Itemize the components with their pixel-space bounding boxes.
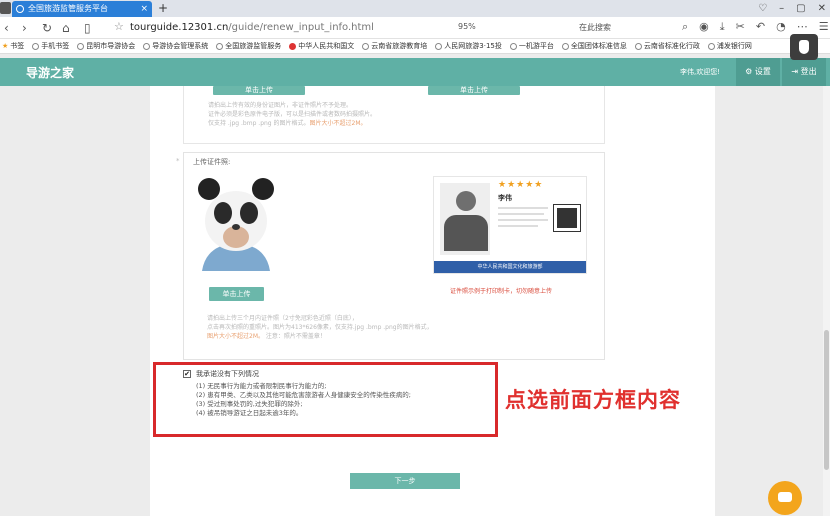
window-controls: ♡ – ▢ ✕ <box>758 0 826 17</box>
scrollbar-thumb[interactable] <box>824 330 829 470</box>
back-button[interactable]: ‹ <box>4 20 9 36</box>
new-tab-button[interactable]: + <box>158 0 168 16</box>
url-field[interactable]: tourguide.12301.cn/guide/renew_input_inf… <box>130 21 374 35</box>
qr-code-icon <box>553 204 581 232</box>
upload-id-back-button[interactable]: 单击上传 <box>428 86 520 95</box>
site-title: 导游之家 <box>26 66 75 80</box>
globe-icon <box>77 42 85 50</box>
bookmark-item[interactable]: 全国旅游监管服务 <box>216 41 281 51</box>
bookmark-item[interactable]: 昆明市导游协会 <box>77 41 135 51</box>
globe-icon <box>634 42 642 50</box>
reload-button[interactable]: ↻ <box>42 20 52 36</box>
uploaded-photo <box>196 175 276 271</box>
reader-mode-icon[interactable]: ▯ <box>84 20 91 36</box>
search-input[interactable]: 在此搜索 <box>565 21 675 35</box>
address-bar-row: ‹ › ↻ ⌂ ▯ ☆ tourguide.12301.cn/guide/ren… <box>0 17 830 39</box>
bookmark-item[interactable]: 中华人民共和国文 <box>289 41 354 51</box>
bookmarks-bar: ★ 书签 手机书签 昆明市导游协会 导游协会管理系统 全国旅游监管服务 中华人民共… <box>0 39 830 54</box>
globe-icon <box>216 42 224 50</box>
search-placeholder: 在此搜索 <box>579 23 611 32</box>
phone-icon <box>32 42 40 50</box>
gear-icon: ⚙ <box>745 67 755 76</box>
maximize-button[interactable]: ▢ <box>796 3 805 14</box>
bookmark-item[interactable]: 全国团体标准信息 <box>561 41 627 51</box>
download-icon[interactable]: ⤓ <box>720 20 725 34</box>
upload-id-front-button[interactable]: 单击上传 <box>213 86 305 95</box>
scissors-icon[interactable]: ✂ <box>736 20 745 34</box>
next-step-button[interactable]: 下一步 <box>350 473 460 489</box>
welcome-text: 李伟,欢迎您! <box>680 68 721 76</box>
bookmark-item[interactable]: ★ 书签 <box>2 41 24 51</box>
bookmark-item[interactable]: 手机书签 <box>32 41 69 51</box>
bookmark-item[interactable]: 云南省标准化行政 <box>634 41 700 51</box>
close-window-button[interactable]: ✕ <box>818 3 826 14</box>
annotation-text: 点选前面方框内容 <box>505 388 681 412</box>
sample-guide-card: ★★★★★ 李伟 中华人民共和国文化和旅游部 <box>433 176 587 274</box>
tab-close-button[interactable]: × <box>140 1 148 17</box>
undo-icon[interactable]: ↶ <box>756 20 765 34</box>
globe-icon <box>16 5 24 13</box>
forward-button[interactable]: › <box>22 20 27 36</box>
tab-title: 全国旅游监管服务平台 <box>28 4 108 13</box>
sample-stars: ★★★★★ <box>498 180 544 190</box>
id-upload-notes: 请拍出上传有效的身份证图片，非证件照片不予处理。 证件必须是彩色原件电子版，可以… <box>208 102 377 127</box>
zoom-level[interactable]: 95% <box>458 22 476 31</box>
url-path: /guide/renew_input_info.html <box>228 22 374 33</box>
sample-name: 李伟 <box>498 194 512 202</box>
bookmark-folder-icon: ★ <box>2 42 9 50</box>
globe-icon <box>435 42 443 50</box>
photo-upload-label: 上传证件照: <box>193 158 231 166</box>
globe-icon <box>509 42 517 50</box>
menu-icon[interactable]: ☰ <box>819 20 829 34</box>
settings-button[interactable]: ⚙ 设置 <box>736 58 780 86</box>
history-icon[interactable]: ◔ <box>776 20 786 34</box>
bookmark-item[interactable]: 人民网旅游3·15投 <box>435 41 502 51</box>
sample-line <box>498 207 548 209</box>
panda-photo-image <box>196 175 276 271</box>
sample-person-head-icon <box>456 191 476 211</box>
sample-footer: 中华人民共和国文化和旅游部 <box>434 261 586 273</box>
upload-photo-button[interactable]: 单击上传 <box>209 287 264 301</box>
bookmark-item[interactable]: 导游协会管理系统 <box>143 41 208 51</box>
overlay-badge-icon[interactable] <box>790 34 818 60</box>
chat-bubble-icon[interactable] <box>768 481 802 515</box>
bookmark-item[interactable]: 浦发银行网 <box>707 41 752 51</box>
globe-icon <box>561 42 569 50</box>
emblem-icon <box>289 42 297 50</box>
browser-logo-icon[interactable] <box>0 2 11 14</box>
bookmark-star-icon[interactable]: ☆ <box>114 20 124 33</box>
browser-tab[interactable]: 全国旅游监管服务平台 × <box>12 1 152 17</box>
sample-line <box>498 213 544 215</box>
globe-icon <box>707 42 715 50</box>
browser-toolbar: ⌕ ◉ ⤓ ✂ ↶ ◔ ⋯ ☰ <box>682 20 829 34</box>
sample-person-body-icon <box>444 215 488 251</box>
game-icon[interactable]: ◉ <box>699 20 709 34</box>
bookmark-item[interactable]: 云南省旅游教育培 <box>362 41 427 51</box>
logout-icon: ⇥ <box>791 67 801 76</box>
site-header: 导游之家 李伟,欢迎您! ⚙ 设置 ⇥ 登出 <box>0 58 830 86</box>
sample-caption: 证件照示例于打印制卡，切勿随意上传 <box>450 288 553 295</box>
search-icon[interactable]: ⌕ <box>682 20 688 34</box>
browser-tab-strip: 全国旅游监管服务平台 × + ♡ – ▢ ✕ <box>0 0 830 17</box>
annotation-highlight-box <box>153 362 498 437</box>
bookmark-item[interactable]: 一机游平台 <box>509 41 554 51</box>
photo-upload-notes: 请拍出上传三个月内证件照（2寸免冠彩色近照（白底）， 点击再次拍照的重照片。图片… <box>207 315 433 340</box>
home-button[interactable]: ⌂ <box>62 20 70 36</box>
sample-line <box>498 225 538 227</box>
arrow-icon <box>362 42 370 50</box>
url-host: tourguide.12301.cn <box>130 22 229 33</box>
flower-icon <box>143 42 151 50</box>
sample-line <box>498 219 548 221</box>
minimize-button[interactable]: – <box>779 3 784 14</box>
favorite-icon[interactable]: ♡ <box>758 3 767 14</box>
required-marker: * <box>176 157 180 165</box>
logout-button[interactable]: ⇥ 登出 <box>782 58 826 86</box>
more-icon[interactable]: ⋯ <box>797 20 808 34</box>
